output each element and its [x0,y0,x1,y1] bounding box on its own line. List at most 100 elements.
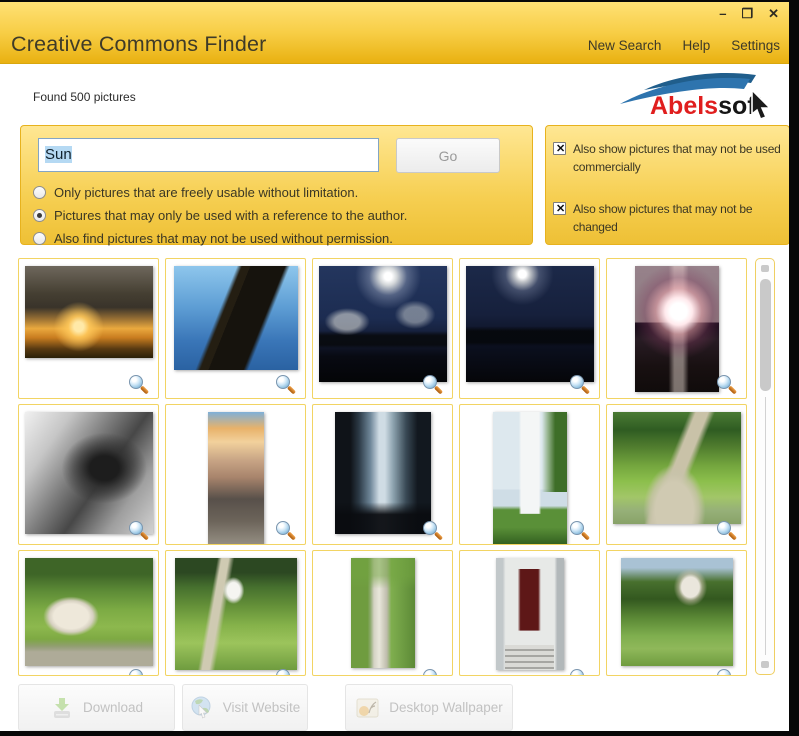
search-query-text: Sun [45,146,72,163]
photo-thumbnail [25,266,153,358]
photo-thumbnail [25,412,153,534]
result-card[interactable] [18,404,159,545]
radio-attribution-icon[interactable] [33,209,46,222]
radio-free-icon[interactable] [33,186,46,199]
desktop-wallpaper-button[interactable]: Desktop Wallpaper [345,684,513,731]
photo-thumbnail [351,558,415,668]
photo-thumbnail [635,266,719,392]
grid-row [18,404,747,545]
grid-row [18,550,747,676]
results-grid [18,258,747,676]
photo-thumbnail [174,266,298,370]
result-card[interactable] [606,550,747,676]
scrollbar-thumb[interactable] [760,279,771,391]
magnifier-icon[interactable] [129,669,143,676]
close-button[interactable]: ✕ [768,6,779,22]
grid-row [18,258,747,399]
logo-text-red: Abels [650,92,718,120]
result-card[interactable] [18,550,159,676]
checkbox-no-derivatives[interactable]: ✕ [553,202,566,215]
scroll-down-button[interactable] [761,661,769,668]
visit-website-button[interactable]: Visit Website [182,684,308,731]
filter-panel: ✕ Also show pictures that may not be use… [545,125,789,245]
magnifier-icon[interactable] [570,375,584,389]
filter-no-derivatives: ✕ Also show pictures that may not be cha… [553,200,785,236]
filter-non-commercial: ✕ Also show pictures that may not be use… [553,140,785,176]
magnifier-icon[interactable] [276,521,290,535]
abelssoft-logo: Abelssoft [616,66,776,120]
result-card[interactable] [459,258,600,399]
magnifier-icon[interactable] [129,521,143,535]
result-card[interactable] [606,258,747,399]
download-icon [50,697,74,719]
result-card[interactable] [312,550,453,676]
photo-thumbnail [496,558,564,670]
result-card[interactable] [165,258,306,399]
nav-settings[interactable]: Settings [731,38,780,53]
page-title: Creative Commons Finder [11,32,267,57]
titlebar: – ❒ ✕ Creative Commons Finder New Search… [0,2,789,64]
nav-help[interactable]: Help [682,38,710,53]
license-option-free: Only pictures that are freely usable wit… [33,185,358,200]
magnifier-icon[interactable] [129,375,143,389]
radio-no-permission-label[interactable]: Also find pictures that may not be used … [54,231,393,246]
photo-thumbnail [208,412,264,545]
photo-thumbnail [621,558,733,666]
checkbox-check-icon: ✕ [554,201,567,218]
magnifier-icon[interactable] [717,521,731,535]
desktop-wallpaper-button-label: Desktop Wallpaper [389,700,503,715]
magnifier-icon[interactable] [570,669,584,676]
result-card[interactable] [18,258,159,399]
checkbox-check-icon: ✕ [554,141,567,158]
result-card[interactable] [165,550,306,676]
result-card[interactable] [312,258,453,399]
magnifier-icon[interactable] [423,669,437,676]
scrollbar-track[interactable] [765,397,766,655]
search-input[interactable]: Sun [38,138,379,172]
search-panel: Sun Go Only pictures that are freely usa… [20,125,533,245]
result-card[interactable] [459,550,600,676]
go-button[interactable]: Go [396,138,500,173]
action-bar: Download Visit Website [0,684,789,731]
wallpaper-icon [355,697,380,719]
result-card[interactable] [606,404,747,545]
radio-no-permission-icon[interactable] [33,232,46,245]
visit-website-button-label: Visit Website [223,700,301,715]
magnifier-icon[interactable] [570,521,584,535]
download-button[interactable]: Download [18,684,175,731]
globe-icon [190,696,214,719]
magnifier-icon[interactable] [717,375,731,389]
license-option-attribution: Pictures that may only be used with a re… [33,208,407,223]
app-window: – ❒ ✕ Creative Commons Finder New Search… [0,2,789,731]
photo-thumbnail [493,412,567,545]
header-nav: New Search Help Settings [588,38,780,53]
scroll-up-button[interactable] [761,265,769,272]
nav-new-search[interactable]: New Search [588,38,662,53]
magnifier-icon[interactable] [423,375,437,389]
minimize-button[interactable]: – [719,6,726,22]
results-count-label: Found 500 pictures [33,90,136,104]
checkbox-non-commercial[interactable]: ✕ [553,142,566,155]
results-scrollbar[interactable] [755,258,775,675]
checkbox-no-derivatives-label[interactable]: Also show pictures that may not be chang… [573,200,785,236]
photo-thumbnail [319,266,447,382]
magnifier-icon[interactable] [276,669,290,676]
photo-thumbnail [175,558,297,670]
checkbox-non-commercial-label[interactable]: Also show pictures that may not be used … [573,140,785,176]
magnifier-icon[interactable] [276,375,290,389]
magnifier-icon[interactable] [423,521,437,535]
result-card[interactable] [459,404,600,545]
radio-attribution-label[interactable]: Pictures that may only be used with a re… [54,208,407,223]
window-controls: – ❒ ✕ [719,6,779,22]
result-card[interactable] [165,404,306,545]
content-area: Found 500 pictures Abelssoft Sun Go Only [0,64,789,731]
maximize-button[interactable]: ❒ [741,6,753,22]
download-button-label: Download [83,700,143,715]
desktop-background: – ❒ ✕ Creative Commons Finder New Search… [0,0,799,736]
photo-thumbnail [25,558,153,666]
photo-thumbnail [335,412,431,534]
license-option-no-permission: Also find pictures that may not be used … [33,231,393,246]
result-card[interactable] [312,404,453,545]
radio-free-label[interactable]: Only pictures that are freely usable wit… [54,185,358,200]
magnifier-icon[interactable] [717,669,731,676]
